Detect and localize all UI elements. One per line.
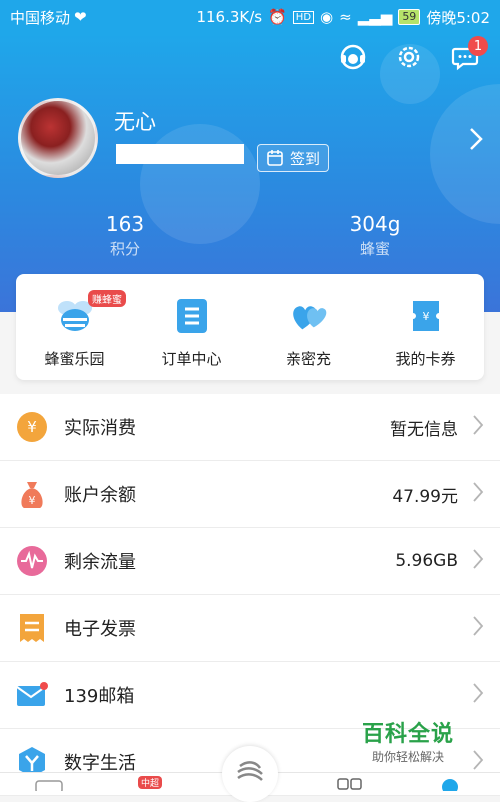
- chevron-right-icon: [473, 415, 484, 435]
- avatar[interactable]: [18, 98, 98, 178]
- quick-item-coupons[interactable]: ¥ 我的卡券: [367, 274, 484, 380]
- chevron-right-icon: [473, 750, 484, 770]
- signin-button[interactable]: 签到: [257, 144, 330, 172]
- earn-honey-tag: 赚蜂蜜: [88, 290, 126, 307]
- svg-text:¥: ¥: [422, 310, 429, 323]
- chevron-right-icon: [470, 128, 483, 150]
- invoice-icon: [20, 614, 44, 642]
- heart-rate-icon: ❤: [74, 8, 87, 26]
- profile-header: 1 无心 签到 163 积分 304g 蜂蜜: [0, 34, 500, 312]
- eye-icon: ◉: [320, 8, 334, 26]
- tab-mine-icon[interactable]: [440, 777, 460, 791]
- list-item-value: 5.96GB: [395, 551, 458, 571]
- watermark-subtitle: 助你轻松解决: [371, 750, 444, 764]
- status-bar: 中国移动 ❤ 116.3K/s ⏰ HD ◉ ≈ ▂▃▅ 59 傍晚5:02: [0, 0, 500, 34]
- honey-label: 蜂蜜: [359, 240, 390, 258]
- calendar-icon: [267, 150, 283, 166]
- signal-icon: ▂▃▅: [357, 8, 393, 26]
- chevron-right-icon: [473, 616, 484, 636]
- gear-icon: [398, 46, 420, 68]
- money-bag-icon: ¥: [21, 482, 43, 508]
- center-logo-button[interactable]: [222, 746, 278, 802]
- points-label: 积分: [109, 240, 140, 258]
- list-item-label: 139邮箱: [64, 686, 135, 707]
- svg-text:¥: ¥: [29, 494, 36, 507]
- quick-item-honey-park[interactable]: 赚蜂蜜 蜂蜜乐园: [16, 274, 133, 380]
- watermark-title: 百科全说: [361, 722, 454, 747]
- battery-indicator: 59: [398, 9, 421, 25]
- quick-item-label: 亲密充: [285, 350, 331, 368]
- messages-button[interactable]: 1: [450, 36, 488, 72]
- quick-item-label: 我的卡券: [395, 350, 456, 368]
- decor-bubble: [430, 84, 500, 224]
- tab-apps-icon[interactable]: [336, 777, 364, 791]
- carrier-name: 中国移动: [10, 8, 71, 27]
- quick-item-orders[interactable]: 订单中心: [133, 274, 250, 380]
- svg-text:¥: ¥: [27, 418, 37, 436]
- hearts-icon: [292, 306, 326, 330]
- settings-button[interactable]: [394, 42, 424, 72]
- honey-stat[interactable]: 304g 蜂蜜: [250, 212, 500, 259]
- username: 无心: [114, 110, 156, 134]
- points-stat[interactable]: 163 积分: [0, 212, 250, 259]
- tab-home-icon[interactable]: [34, 777, 64, 791]
- list-item-label: 账户余额: [64, 485, 136, 506]
- list-item-e-invoice[interactable]: 电子发票: [0, 595, 500, 662]
- message-count-badge: 1: [468, 36, 488, 56]
- stats-row: 163 积分 304g 蜂蜜: [0, 212, 500, 259]
- tab-badge: 中超: [138, 776, 163, 789]
- header-actions: 1: [338, 36, 488, 72]
- china-mobile-logo-icon: [237, 761, 263, 781]
- list-item-remaining-data[interactable]: 剩余流量 5.96GB: [0, 528, 500, 595]
- list-item-label: 电子发票: [64, 619, 136, 640]
- list-item-actual-spending[interactable]: ¥ 实际消费 暂无信息: [0, 394, 500, 461]
- network-speed: 116.3K/s: [196, 8, 263, 26]
- list-item-account-balance[interactable]: ¥ 账户余额 47.99元: [0, 461, 500, 528]
- honey-value: 304g: [349, 212, 401, 236]
- mail-icon: [16, 682, 48, 706]
- quick-actions-card: 赚蜂蜜 蜂蜜乐园 订单中心 亲密充 ¥ 我的卡券: [16, 274, 484, 380]
- chevron-right-icon: [473, 482, 484, 502]
- data-wave-icon: [17, 546, 47, 576]
- hd-icon: HD: [292, 10, 315, 24]
- points-value: 163: [105, 212, 145, 236]
- coupon-icon: ¥: [412, 301, 439, 331]
- profile-detail-button[interactable]: [468, 126, 484, 156]
- signin-label: 签到: [290, 149, 321, 168]
- alarm-icon: ⏰: [268, 8, 287, 26]
- chevron-right-icon: [473, 549, 484, 569]
- quick-item-intimate-recharge[interactable]: 亲密充: [250, 274, 367, 380]
- watermark-logo: 百科全说 助你轻松解决: [362, 716, 454, 765]
- quick-item-label: 蜂蜜乐园: [44, 350, 105, 368]
- headset-icon: [340, 44, 366, 70]
- order-list-icon: [176, 299, 207, 333]
- quick-item-label: 订单中心: [161, 350, 222, 368]
- wifi-icon: ≈: [339, 8, 352, 26]
- list-item-label: 实际消费: [64, 418, 136, 439]
- chevron-right-icon: [473, 683, 484, 703]
- list-item-label: 剩余流量: [64, 552, 136, 573]
- customer-service-button[interactable]: [338, 42, 368, 72]
- list-item-value: 47.99元: [392, 486, 458, 507]
- yen-coin-icon: ¥: [17, 412, 47, 442]
- status-time: 傍晚5:02: [426, 8, 490, 27]
- list-item-value: 暂无信息: [390, 419, 458, 440]
- masked-phone-number: [116, 144, 244, 164]
